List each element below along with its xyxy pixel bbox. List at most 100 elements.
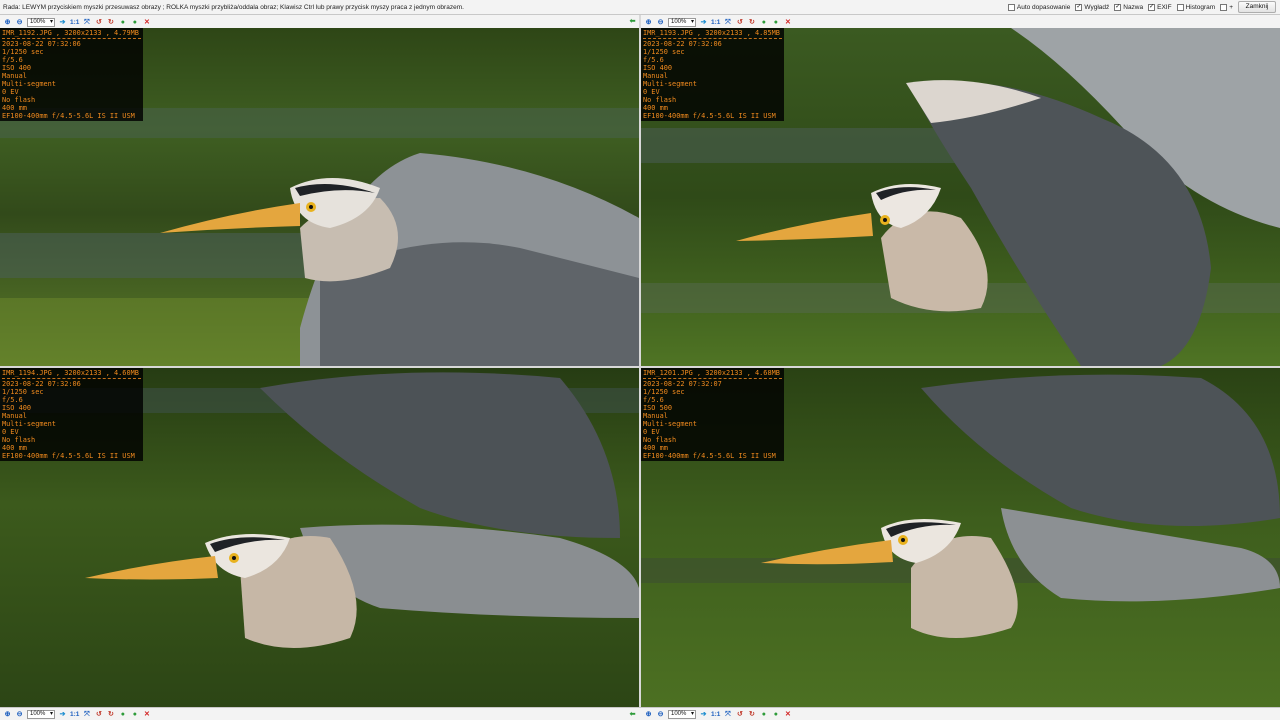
zoom-in-icon[interactable]: ⊕ xyxy=(3,710,12,719)
next-icon[interactable]: ● xyxy=(118,710,127,719)
prev-icon[interactable]: ● xyxy=(130,710,139,719)
exif-shutter: 1/1250 sec xyxy=(643,48,685,56)
next-icon[interactable]: ● xyxy=(759,18,768,27)
exif-date: 2023-08-22 07:32:07 xyxy=(643,380,722,388)
arrow-back-icon[interactable]: ⬅ xyxy=(628,17,637,26)
arrow-back-icon[interactable]: ⬅ xyxy=(628,710,637,719)
rotate-right-icon[interactable]: ↻ xyxy=(106,18,115,27)
zoom-out-icon[interactable]: ⊖ xyxy=(15,18,24,27)
exif-metering: Multi-segment xyxy=(643,420,697,428)
file-info: IMR_1194.JPG , 3200x2133 , 4.60MB xyxy=(2,369,139,377)
exif-mode: Manual xyxy=(643,412,668,420)
checkbox-icon[interactable] xyxy=(1220,3,1228,11)
zoom-in-icon[interactable]: ⊕ xyxy=(3,18,12,27)
zoom-in-icon[interactable]: ⊕ xyxy=(644,18,653,27)
prev-icon[interactable]: ● xyxy=(130,18,139,27)
exif-lens: EF100-400mm f/4.5-5.6L IS II USM xyxy=(2,452,135,460)
arrow-right-icon[interactable]: ➔ xyxy=(58,710,67,719)
exif-focal: 400 mm xyxy=(643,104,668,112)
image-panel-3[interactable]: IMR_1194.JPG , 3200x2133 , 4.60MB 2023-0… xyxy=(0,368,639,707)
option-plus[interactable]: + xyxy=(1220,1,1233,13)
exif-date: 2023-08-22 07:32:06 xyxy=(2,40,81,48)
exif-flash: No flash xyxy=(643,436,677,444)
checkbox-checked-icon[interactable]: ✓ xyxy=(1075,3,1083,11)
next-icon[interactable]: ● xyxy=(759,710,768,719)
exif-overlay: IMR_1194.JPG , 3200x2133 , 4.60MB 2023-0… xyxy=(0,368,143,461)
exif-flash: No flash xyxy=(2,96,36,104)
one-to-one-button[interactable]: 1:1 xyxy=(711,19,720,26)
exif-focal: 400 mm xyxy=(2,104,27,112)
rotate-left-icon[interactable]: ↺ xyxy=(735,710,744,719)
delete-icon[interactable]: ✕ xyxy=(783,710,792,719)
toolbar-left-area: ⊕ ⊖ 100% ➔ 1:1 ⤧ ↺ ↻ ● ● ✕ ⬅ xyxy=(0,15,639,28)
image-panel-2[interactable]: IMR_1193.JPG , 3200x2133 , 4.85MB 2023-0… xyxy=(641,28,1280,366)
exif-flash: No flash xyxy=(2,436,36,444)
arrow-right-icon[interactable]: ➔ xyxy=(58,18,67,27)
rotate-left-icon[interactable]: ↺ xyxy=(94,710,103,719)
image-panel-1[interactable]: IMR_1192.JPG , 3200x2133 , 4.79MB 2023-0… xyxy=(0,28,639,366)
exif-iso: ISO 500 xyxy=(643,404,673,412)
zoom-in-icon[interactable]: ⊕ xyxy=(644,710,653,719)
file-info: IMR_1201.JPG , 3200x2133 , 4.68MB xyxy=(643,369,780,377)
exif-lens: EF100-400mm f/4.5-5.6L IS II USM xyxy=(643,452,776,460)
zoom-out-icon[interactable]: ⊖ xyxy=(15,710,24,719)
one-to-one-button[interactable]: 1:1 xyxy=(70,711,79,718)
zoom-out-icon[interactable]: ⊖ xyxy=(656,18,665,27)
rotate-right-icon[interactable]: ↻ xyxy=(747,710,756,719)
option-exif[interactable]: ✓ EXIF xyxy=(1148,1,1172,13)
exif-overlay: IMR_1192.JPG , 3200x2133 , 4.79MB 2023-0… xyxy=(0,28,143,121)
exif-aperture: f/5.6 xyxy=(643,396,664,404)
option-smooth[interactable]: ✓ Wygładź xyxy=(1075,1,1109,13)
zoom-select[interactable]: 100% xyxy=(668,709,696,719)
exif-shutter: 1/1250 sec xyxy=(2,48,44,56)
exif-ev: 0 EV xyxy=(2,428,19,436)
exif-lens: EF100-400mm f/4.5-5.6L IS II USM xyxy=(2,112,135,120)
rotate-left-icon[interactable]: ↺ xyxy=(94,18,103,27)
separator xyxy=(643,378,782,379)
exif-aperture: f/5.6 xyxy=(643,56,664,64)
option-name[interactable]: ✓ Nazwa xyxy=(1114,1,1143,13)
fit-icon[interactable]: ⤧ xyxy=(82,18,91,27)
checkbox-checked-icon[interactable]: ✓ xyxy=(1114,3,1122,11)
delete-icon[interactable]: ✕ xyxy=(783,18,792,27)
next-icon[interactable]: ● xyxy=(118,18,127,27)
checkbox-icon[interactable] xyxy=(1007,3,1015,11)
exif-ev: 0 EV xyxy=(2,88,19,96)
file-info: IMR_1192.JPG , 3200x2133 , 4.79MB xyxy=(2,29,139,37)
zoom-out-icon[interactable]: ⊖ xyxy=(656,710,665,719)
exif-iso: ISO 400 xyxy=(2,404,32,412)
exif-mode: Manual xyxy=(643,72,668,80)
zoom-select[interactable]: 100% xyxy=(27,17,55,27)
delete-icon[interactable]: ✕ xyxy=(142,710,151,719)
rotate-right-icon[interactable]: ↻ xyxy=(747,18,756,27)
zoom-select[interactable]: 100% xyxy=(27,709,55,719)
exif-metering: Multi-segment xyxy=(2,420,56,428)
close-button[interactable]: Zamknij xyxy=(1238,1,1276,13)
bottom-toolbar: ⊕ ⊖ 100% ➔ 1:1 ⤧ ↺ ↻ ● ● ✕ ⬅ ⊕ ⊖ 100% ➔ … xyxy=(0,707,1280,720)
one-to-one-button[interactable]: 1:1 xyxy=(70,19,79,26)
fit-icon[interactable]: ⤧ xyxy=(82,710,91,719)
exif-lens: EF100-400mm f/4.5-5.6L IS II USM xyxy=(643,112,776,120)
arrow-right-icon[interactable]: ➔ xyxy=(699,710,708,719)
checkbox-icon[interactable] xyxy=(1176,3,1184,11)
arrow-right-icon[interactable]: ➔ xyxy=(699,18,708,27)
exif-iso: ISO 400 xyxy=(643,64,673,72)
fit-icon[interactable]: ⤧ xyxy=(723,710,732,719)
rotate-left-icon[interactable]: ↺ xyxy=(735,18,744,27)
exif-overlay: IMR_1193.JPG , 3200x2133 , 4.85MB 2023-0… xyxy=(641,28,784,121)
option-auto-fit[interactable]: Auto dopasowanie xyxy=(1007,1,1070,13)
exif-shutter: 1/1250 sec xyxy=(643,388,685,396)
delete-icon[interactable]: ✕ xyxy=(142,18,151,27)
toolbar-bottom-right: ⊕ ⊖ 100% ➔ 1:1 ⤧ ↺ ↻ ● ● ✕ xyxy=(644,708,792,720)
file-info: IMR_1193.JPG , 3200x2133 , 4.85MB xyxy=(643,29,780,37)
checkbox-checked-icon[interactable]: ✓ xyxy=(1148,3,1156,11)
rotate-right-icon[interactable]: ↻ xyxy=(106,710,115,719)
zoom-select[interactable]: 100% xyxy=(668,17,696,27)
option-histogram[interactable]: Histogram xyxy=(1176,1,1215,13)
image-panel-4[interactable]: IMR_1201.JPG , 3200x2133 , 4.68MB 2023-0… xyxy=(641,368,1280,707)
one-to-one-button[interactable]: 1:1 xyxy=(711,711,720,718)
prev-icon[interactable]: ● xyxy=(771,710,780,719)
prev-icon[interactable]: ● xyxy=(771,18,780,27)
exif-aperture: f/5.6 xyxy=(2,56,23,64)
fit-icon[interactable]: ⤧ xyxy=(723,18,732,27)
